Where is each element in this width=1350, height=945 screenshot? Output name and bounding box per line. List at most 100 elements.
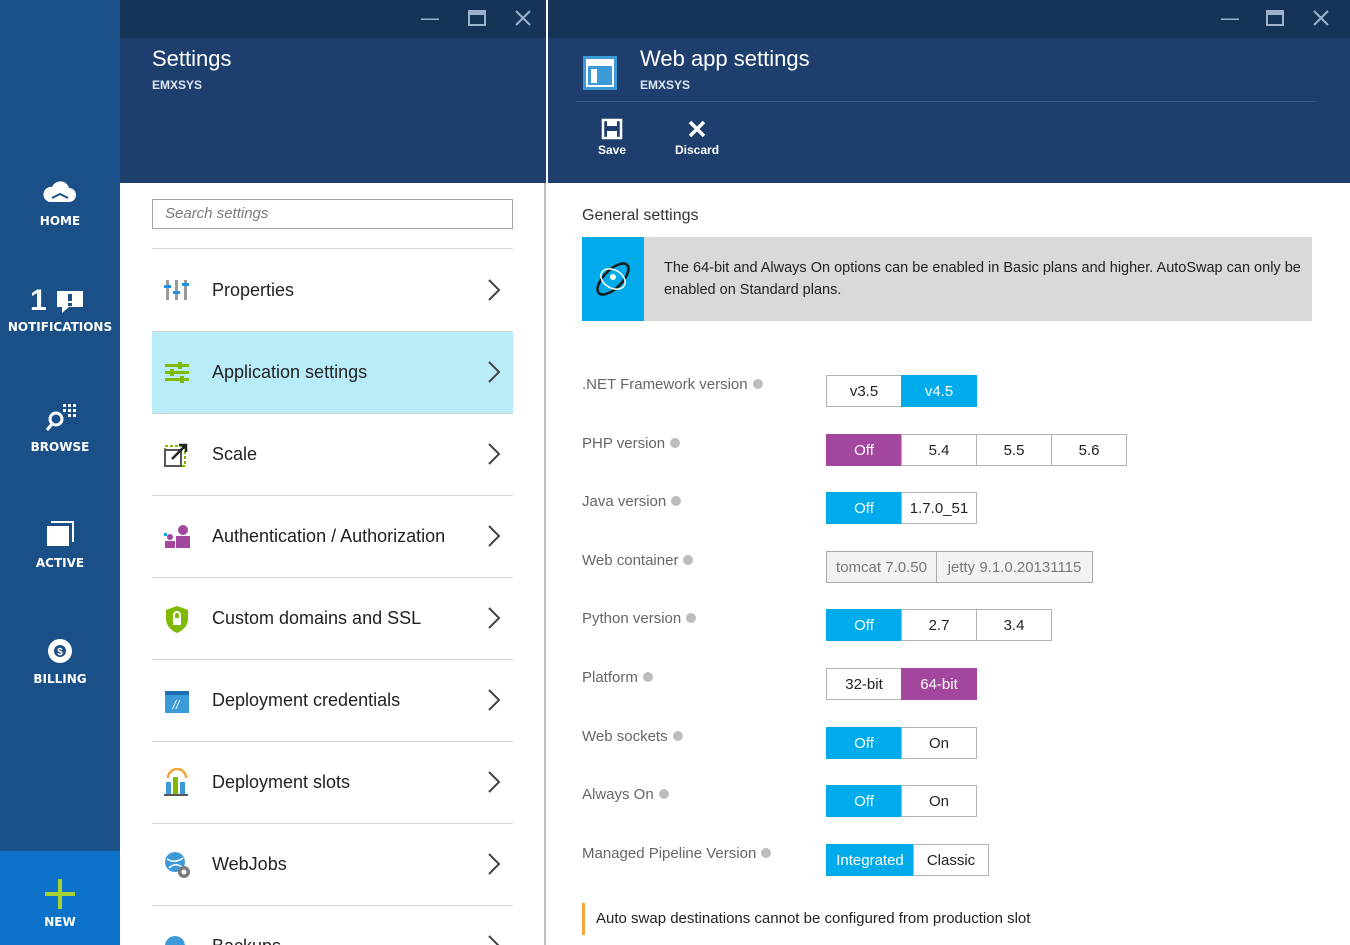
platform-option-64bit[interactable]: 64-bit (901, 668, 977, 700)
settings-item-properties[interactable]: Properties (152, 250, 513, 332)
info-icon[interactable] (683, 555, 694, 565)
always-on-option-on[interactable]: On (901, 785, 977, 817)
settings-item-deployment-slots[interactable]: Deployment slots (152, 742, 513, 824)
python-version-label: Python version (582, 610, 697, 627)
php-option-off[interactable]: Off (826, 434, 902, 466)
python-option-27[interactable]: 2.7 (901, 609, 977, 641)
web-app-settings-icon (583, 56, 617, 90)
php-option-56[interactable]: 5.6 (1051, 434, 1127, 466)
web-sockets-option-on[interactable]: On (901, 727, 977, 759)
settings-item-label: Application settings (212, 362, 368, 382)
chevron-right-icon (488, 361, 501, 383)
php-version-label: PHP version (582, 435, 681, 452)
webjobs-icon (165, 852, 190, 878)
net-framework-label: .NET Framework version (582, 376, 763, 393)
php-version-selector: Off 5.4 5.5 5.6 (826, 434, 1127, 466)
pipeline-option-classic[interactable]: Classic (913, 844, 989, 876)
info-icon[interactable] (670, 438, 681, 448)
settings-item-scale[interactable]: Scale (152, 414, 513, 496)
properties-icon (164, 280, 189, 300)
settings-item-webjobs[interactable]: WebJobs (152, 824, 513, 906)
settings-item-authentication[interactable]: Authentication / Authorization (152, 496, 513, 578)
cloud-icon (43, 181, 76, 202)
auto-swap-warning: Auto swap destinations cannot be configu… (582, 903, 1030, 935)
net-option-v35[interactable]: v3.5 (826, 375, 902, 407)
python-version-selector: Off 2.7 3.4 (826, 609, 1052, 641)
pipeline-option-integrated[interactable]: Integrated (826, 844, 914, 876)
web-app-settings-header: — Web app settings EMXSYS Save Discard (548, 0, 1350, 183)
shield-lock-icon (166, 606, 188, 633)
java-option-1-7-0-51[interactable]: 1.7.0_51 (901, 492, 977, 524)
nav-active[interactable]: ACTIVE (0, 518, 120, 570)
settings-item-label: Backups (212, 936, 281, 945)
header-divider (576, 101, 1316, 102)
java-version-label: Java version (582, 493, 682, 510)
authentication-icon (164, 525, 190, 548)
web-sockets-option-off[interactable]: Off (826, 727, 902, 759)
net-framework-label-text: .NET Framework version (582, 376, 748, 393)
discard-button[interactable]: Discard (675, 118, 719, 157)
nav-home-label: HOME (39, 214, 81, 228)
platform-option-32bit[interactable]: 32-bit (826, 668, 902, 700)
discard-label: Discard (675, 143, 720, 157)
discard-icon (688, 120, 706, 138)
settings-item-backups[interactable]: Backups (152, 906, 513, 945)
info-icon[interactable] (686, 613, 697, 623)
search-settings-input[interactable]: Search settings (152, 199, 513, 229)
settings-item-deployment-credentials[interactable]: // Deployment credentials (152, 660, 513, 742)
maximize-icon[interactable] (468, 10, 486, 26)
save-icon (601, 118, 623, 140)
settings-blade-header: — Settings EMXSYS (120, 0, 546, 183)
settings-blade-subtitle: EMXSYS (152, 78, 203, 92)
close-icon[interactable] (1312, 9, 1330, 27)
nav-new[interactable]: NEW (0, 851, 120, 945)
settings-item-label: Properties (212, 280, 295, 300)
info-icon[interactable] (761, 848, 772, 858)
always-on-option-off[interactable]: Off (826, 785, 902, 817)
nav-home[interactable]: HOME (0, 178, 120, 228)
info-icon[interactable] (658, 789, 669, 799)
nav-browse-label: BROWSE (30, 440, 90, 454)
nav-billing[interactable]: $ BILLING (0, 636, 120, 686)
net-option-v45[interactable]: v4.5 (901, 375, 977, 407)
settings-item-label: Authentication / Authorization (212, 526, 446, 546)
settings-item-application-settings[interactable]: Application settings (152, 332, 513, 414)
settings-item-custom-domains[interactable]: Custom domains and SSL (152, 578, 513, 660)
chevron-right-icon (488, 935, 500, 945)
minimize-icon[interactable]: — (1220, 8, 1240, 28)
info-icon[interactable] (671, 496, 682, 506)
maximize-icon[interactable] (1266, 10, 1284, 26)
plus-icon (45, 879, 75, 909)
managed-pipeline-selector: Integrated Classic (826, 844, 989, 876)
java-option-off[interactable]: Off (826, 492, 902, 524)
left-navigation: HOME 1 NOTIFICATIONS BROWSE ACTIVE $ BIL… (0, 0, 120, 945)
minimize-icon[interactable]: — (420, 8, 440, 28)
web-app-settings-title: Web app settings (640, 46, 810, 71)
nav-browse[interactable]: BROWSE (0, 400, 120, 454)
java-version-selector: Off 1.7.0_51 (826, 492, 977, 524)
php-option-55[interactable]: 5.5 (976, 434, 1052, 466)
browse-icon (45, 404, 76, 431)
active-windows-icon (47, 521, 74, 546)
python-option-off[interactable]: Off (826, 609, 902, 641)
chevron-right-icon (488, 525, 501, 547)
info-icon[interactable] (672, 731, 683, 741)
nav-new-label: NEW (44, 915, 76, 929)
chevron-right-icon (488, 607, 501, 629)
close-icon[interactable] (514, 9, 532, 27)
info-icon[interactable] (752, 379, 763, 389)
always-on-label: Always On (582, 786, 669, 803)
info-icon[interactable] (642, 672, 653, 682)
nav-active-label: ACTIVE (35, 556, 85, 570)
nav-notifications[interactable]: 1 NOTIFICATIONS (0, 284, 120, 334)
python-option-34[interactable]: 3.4 (976, 609, 1052, 641)
info-banner: The 64-bit and Always On options can be … (582, 237, 1312, 321)
php-option-54[interactable]: 5.4 (901, 434, 977, 466)
svg-text:$: $ (57, 647, 63, 658)
scale-icon (164, 443, 188, 467)
notification-count: 1 (30, 284, 47, 317)
plan-info-icon (596, 262, 630, 296)
save-button[interactable]: Save (598, 118, 626, 157)
chevron-right-icon (488, 771, 501, 793)
settings-item-label: Scale (212, 444, 258, 464)
